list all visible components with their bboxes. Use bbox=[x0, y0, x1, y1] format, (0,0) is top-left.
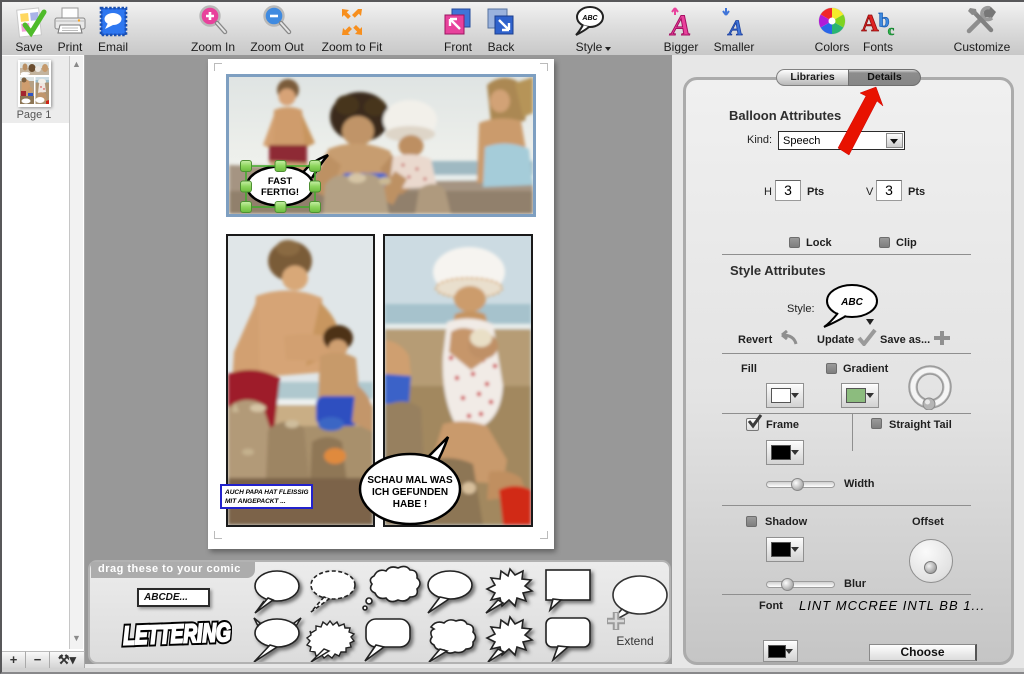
svg-text:A: A bbox=[727, 15, 744, 39]
svg-text:ABC: ABC bbox=[840, 297, 863, 308]
svg-text:HABE !: HABE ! bbox=[393, 499, 427, 510]
svg-text:Extend: Extend bbox=[616, 634, 653, 648]
svg-text:SCHAU MAL WAS: SCHAU MAL WAS bbox=[367, 475, 453, 486]
svg-text:A: A bbox=[861, 11, 879, 37]
svg-text:c: c bbox=[888, 23, 895, 39]
svg-text:ABC: ABC bbox=[581, 15, 598, 22]
svg-text:LETTERING: LETTERING bbox=[123, 618, 232, 650]
svg-text:A: A bbox=[669, 9, 691, 39]
svg-text:ICH GEFUNDEN: ICH GEFUNDEN bbox=[372, 487, 448, 498]
